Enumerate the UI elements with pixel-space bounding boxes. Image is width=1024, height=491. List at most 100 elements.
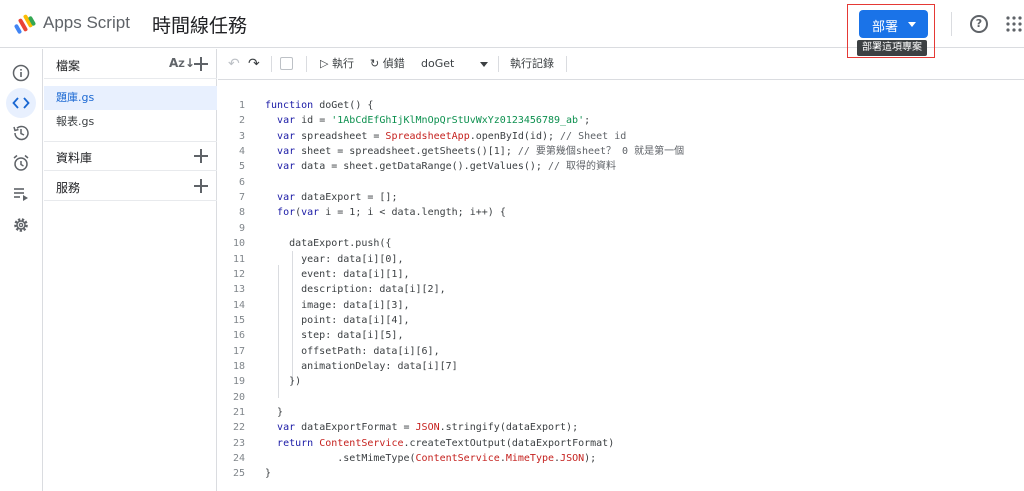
code-line[interactable]: 3 var spreadsheet = SpreadsheetApp.openB… [218, 129, 1024, 144]
code-text: image: data[i][3], [265, 299, 410, 311]
line-number: 17 [232, 345, 245, 357]
code-line[interactable]: 17 offsetPath: data[i][6], [218, 344, 1024, 359]
code-editor[interactable]: 1 function doGet() { 2 var id = '1AbCdEfGh… [218, 81, 1024, 491]
line-number: 4 [238, 146, 245, 158]
code-line[interactable]: 24 .setMimeType(ContentService.MimeType.… [218, 451, 1024, 466]
file-item-report[interactable]: 報表.gs [44, 110, 217, 134]
code-line[interactable]: 5 var data = sheet.getDataRange().getVal… [218, 159, 1024, 174]
code-line[interactable]: 16 step: data[i][5], [218, 328, 1024, 343]
code-text: }) [265, 376, 302, 388]
code-line[interactable]: 10 dataExport.push({ [218, 236, 1024, 251]
line-number: 1 [238, 100, 245, 111]
project-title[interactable]: 時間線任務 [152, 11, 247, 38]
line-number: 9 [238, 222, 245, 234]
libraries-header-label: 資料庫 [56, 151, 93, 165]
help-icon[interactable]: ? [970, 15, 988, 33]
app-header: Apps Script 時間線任務 部署 部署這項專案 ? [0, 0, 1024, 58]
redo-icon[interactable]: ↷ [248, 49, 260, 79]
file-item-question-bank[interactable]: 題庫.gs [44, 86, 217, 110]
line-number: 6 [238, 176, 245, 188]
services-header-label: 服務 [56, 181, 81, 195]
line-number: 3 [238, 130, 245, 142]
sort-az-icon[interactable]: AZ↓ [169, 56, 195, 70]
code-line[interactable]: 2 var id = '1AbCdEfGhIjKlMnOpQrStUvWxYz0… [218, 113, 1024, 128]
code-text: offsetPath: data[i][6], [265, 345, 440, 357]
code-line[interactable]: 19 }) [218, 374, 1024, 389]
line-number: 12 [232, 268, 245, 280]
code-line[interactable]: 25} [218, 466, 1024, 481]
code-text: var data = sheet.getDataRange().getValue… [277, 161, 617, 173]
line-number: 5 [238, 161, 245, 173]
code-text: var sheet = spreadsheet.getSheets()[1]; … [277, 146, 685, 158]
add-service-icon[interactable] [194, 179, 208, 193]
undo-icon[interactable]: ↶ [228, 49, 240, 79]
code-line[interactable]: 6 [218, 175, 1024, 190]
debug-button[interactable]: ↻ 偵錯 [370, 49, 405, 79]
app-name[interactable]: Apps Script [43, 13, 130, 33]
add-file-icon[interactable] [194, 57, 208, 71]
line-number: 24 [232, 453, 245, 465]
code-line[interactable]: 7 var dataExport = []; [218, 190, 1024, 205]
rail-settings[interactable] [6, 210, 36, 240]
deploy-button[interactable]: 部署 [859, 10, 928, 38]
rail-triggers[interactable] [6, 148, 36, 178]
toolbar-divider [566, 56, 567, 72]
execution-log-button[interactable]: 執行記錄 [510, 49, 554, 79]
files-header-label: 檔案 [56, 59, 81, 73]
code-text: } [265, 468, 272, 480]
run-button[interactable]: ▷ 執行 [320, 49, 354, 79]
toolbar-divider [306, 56, 307, 72]
code-text: } [265, 407, 284, 418]
files-panel: 檔案 AZ↓ 題庫.gs 報表.gs 資料庫 服務 [44, 49, 217, 491]
debug-icon: ↻ [370, 57, 383, 70]
info-icon [12, 64, 30, 82]
code-line[interactable]: 13 description: data[i][2], [218, 282, 1024, 297]
save-icon[interactable] [280, 57, 293, 70]
rail-history[interactable] [6, 118, 36, 148]
toolbar-divider [271, 56, 272, 72]
code-text: var dataExport = []; [277, 192, 398, 204]
libraries-section-header: 資料庫 [44, 141, 217, 171]
rail-executions[interactable] [6, 179, 36, 209]
line-number: 18 [232, 360, 245, 372]
code-line[interactable]: 15 point: data[i][4], [218, 313, 1024, 328]
rail-editor[interactable] [6, 88, 36, 118]
code-text: point: data[i][4], [265, 314, 410, 326]
code-line[interactable]: 18 animationDelay: data[i][7] [218, 359, 1024, 374]
chevron-down-icon[interactable] [480, 62, 488, 67]
code-line[interactable]: 8 for(var i = 1; i < data.length; i++) { [218, 205, 1024, 220]
line-number: 19 [232, 376, 245, 388]
code-line[interactable]: 21 } [218, 405, 1024, 420]
google-apps-icon[interactable] [1006, 16, 1022, 32]
chevron-down-icon [908, 22, 916, 27]
code-line[interactable]: 20 [218, 390, 1024, 405]
code-line[interactable]: 11 year: data[i][0], [218, 252, 1024, 267]
line-number: 22 [232, 422, 245, 434]
function-select[interactable]: doGet [421, 49, 454, 79]
code-text: year: data[i][0], [265, 253, 404, 265]
code-text: var spreadsheet = SpreadsheetApp.openByI… [277, 130, 627, 142]
code-text: for(var i = 1; i < data.length; i++) { [277, 207, 506, 219]
code-line[interactable]: 1 function doGet() { [218, 98, 1024, 113]
code-line[interactable]: 9 [218, 221, 1024, 236]
code-line[interactable]: 4 var sheet = spreadsheet.getSheets()[1]… [218, 144, 1024, 159]
rail-overview[interactable] [6, 58, 36, 88]
code-line[interactable]: 22 var dataExportFormat = JSON.stringify… [218, 420, 1024, 435]
code-text: dataExport.push({ [265, 238, 392, 250]
line-number: 13 [232, 284, 245, 296]
line-number: 2 [238, 115, 245, 127]
services-section-header: 服務 [44, 171, 217, 201]
add-library-icon[interactable] [194, 149, 208, 163]
line-number: 15 [232, 314, 245, 326]
line-number: 20 [232, 391, 245, 403]
code-line[interactable]: 14 image: data[i][3], [218, 298, 1024, 313]
apps-script-logo-icon[interactable] [14, 12, 38, 36]
toolbar-divider [498, 56, 499, 72]
code-line[interactable]: 23 return ContentService.createTextOutpu… [218, 436, 1024, 451]
play-icon: ▷ [320, 57, 332, 70]
line-number: 23 [232, 437, 245, 449]
code-text: function doGet() { [265, 100, 374, 111]
code-line[interactable]: 12 event: data[i][1], [218, 267, 1024, 282]
code-text: return ContentService.createTextOutput(d… [277, 437, 615, 449]
code-text: event: data[i][1], [265, 268, 410, 280]
